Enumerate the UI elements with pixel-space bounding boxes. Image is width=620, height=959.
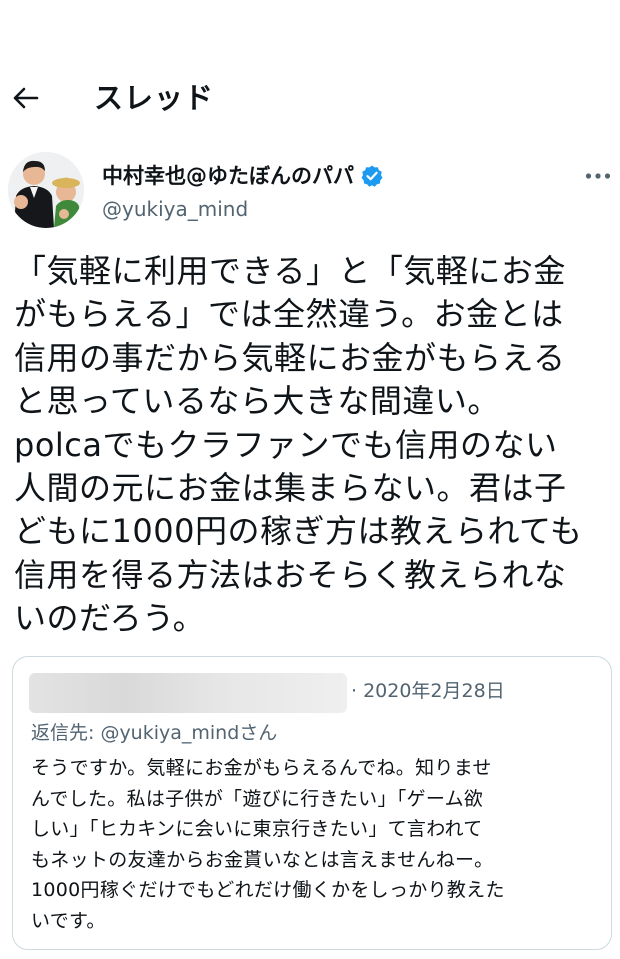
quoted-tweet-card[interactable]: · 2020年2月28日 返信先: @yukiya_mindさん そうですか。気… xyxy=(12,656,612,950)
author-display-name[interactable]: 中村幸也@ゆたぼんのパパ xyxy=(102,162,384,190)
tweet-line: 人間の元にお金は集まらない。君は子 xyxy=(14,469,567,508)
avatar-image xyxy=(8,152,84,228)
reply-to-label: 返信先: @yukiya_mindさん xyxy=(31,722,278,744)
back-button[interactable] xyxy=(8,80,44,116)
quote-text: そうですか。気軽にお金がもらえるんでね。知りませ んでした。私は子供が「遊びに行き… xyxy=(31,753,601,936)
avatar[interactable] xyxy=(8,152,84,228)
quote-date: · 2020年2月28日 xyxy=(351,680,505,702)
more-options-button[interactable] xyxy=(580,162,616,190)
more-horizontal-icon xyxy=(585,173,611,179)
blurred-author-info xyxy=(29,673,347,713)
quote-line: いです。 xyxy=(31,909,106,932)
author-name-text: 中村幸也@ゆたぼんのパパ xyxy=(102,164,354,188)
tweet-line: がもらえる」では全然違う。お金とは xyxy=(14,295,564,334)
tweet-line: と思っているなら大きな間違い。 xyxy=(14,382,500,421)
arrow-left-icon xyxy=(13,87,39,109)
author-handle[interactable]: @yukiya_mind xyxy=(102,196,248,222)
verified-badge-icon xyxy=(361,165,383,187)
quote-line: もネットの友達からお金貰いなとは言えませんねー。 xyxy=(31,848,494,871)
quote-line: んでした。私は子供が「遊びに行きたい」「ゲーム欲 xyxy=(31,787,484,810)
tweet-line: 信用の事だから気軽にお金がもらえる xyxy=(14,338,566,377)
page-title: スレッド xyxy=(94,81,215,115)
quote-line: しい」「ヒカキンに会いに東京行きたい」て言われて xyxy=(31,818,483,840)
thread-header: スレッド xyxy=(0,72,620,126)
quote-line: そうですか。気軽にお金がもらえるんでね。知りませ xyxy=(31,757,492,779)
quote-line: 1000円稼ぐだけでもどれだけ働くかをしっかり教えた xyxy=(31,879,505,901)
tweet-text: 「気軽に利用できる」と「気軽にお金 がもらえる」では全然違う。お金とは 信用の事だか… xyxy=(14,250,614,641)
tweet-line: いのだろう。 xyxy=(14,599,206,638)
tweet-line: polcaでもクラファンでも信用のない xyxy=(14,425,558,464)
tweet-line: 信用を得る方法はおそらく教えられな xyxy=(14,555,567,594)
tweet-line: どもに1000円の稼ぎ方は教えられても xyxy=(14,512,583,551)
tweet-author: 中村幸也@ゆたぼんのパパ @yukiya_mind xyxy=(0,152,620,232)
tweet-line: 「気軽に利用できる」と「気軽にお金 xyxy=(14,252,566,290)
